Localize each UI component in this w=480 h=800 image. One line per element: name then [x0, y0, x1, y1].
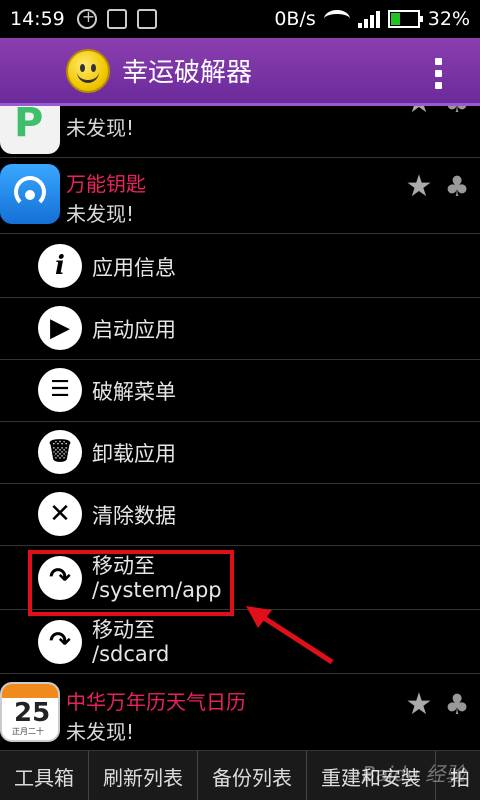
toolbox-button[interactable]: 工具箱 — [0, 751, 89, 800]
add-notification-icon — [76, 7, 97, 29]
menu-item-uninstall[interactable]: 🗑 卸载应用 — [0, 422, 480, 484]
calendar-sub: 正月二十 — [12, 727, 44, 736]
menu-item-clear-data[interactable]: ✕ 清除数据 — [0, 484, 480, 546]
menu-label: 应用信息 — [92, 256, 176, 280]
app-p-icon — [0, 106, 60, 154]
wifi-key-app-icon — [0, 164, 60, 224]
close-icon: ✕ — [38, 492, 82, 536]
backup-list-button[interactable]: 备份列表 — [198, 751, 307, 800]
watermark: Baidu 经验 — [362, 762, 466, 786]
app-status: 未发现! — [66, 116, 135, 140]
status-bar: 14:59 0B/s 32% — [0, 0, 480, 38]
wifi-icon — [323, 10, 350, 28]
menu-label: 移动至 — [92, 618, 155, 642]
list-item[interactable]: 万能钥匙 未发现! ★ ♣ — [0, 158, 480, 234]
list-item[interactable]: 25 正月二十 中华万年历天气日历 未发现! ★ ♣ — [0, 676, 480, 750]
list-item[interactable]: 未发现! ★ ♣ — [0, 106, 480, 158]
trash-icon: 🗑 — [38, 430, 82, 474]
menu-label: 清除数据 — [92, 504, 176, 528]
menu-item-app-info[interactable]: i 应用信息 — [0, 236, 480, 298]
clover-icon[interactable]: ♣ — [442, 172, 472, 202]
calendar-day: 25 — [14, 698, 51, 728]
menu-label: 启动应用 — [92, 318, 176, 342]
app-name: 万能钥匙 — [66, 172, 146, 196]
signal-icon — [357, 10, 380, 28]
overflow-menu-icon[interactable] — [435, 58, 442, 89]
clock: 14:59 — [10, 8, 65, 30]
annotation-arrow — [246, 606, 334, 665]
info-icon: i — [38, 244, 82, 288]
battery-percent: 32% — [427, 8, 470, 30]
monitor-notification-icon — [106, 9, 127, 29]
app-name: 中华万年历天气日历 — [66, 690, 246, 714]
app-status: 未发现! — [66, 202, 135, 226]
highlight-box — [28, 550, 234, 616]
star-icon[interactable]: ★ — [404, 172, 434, 202]
smiley-logo-icon — [66, 48, 110, 93]
star-icon[interactable]: ★ — [404, 106, 434, 118]
menu-item-launch-app[interactable]: ▶ 启动应用 — [0, 298, 480, 360]
app-bar: 幸运破解器 — [0, 38, 480, 106]
app-title: 幸运破解器 — [122, 58, 253, 88]
image-notification-icon — [136, 9, 157, 29]
menu-label: 卸载应用 — [92, 442, 176, 466]
clover-icon[interactable]: ♣ — [442, 106, 472, 118]
calendar-app-icon: 25 正月二十 — [0, 682, 60, 742]
menu-item-patch-menu[interactable]: ☰ 破解菜单 — [0, 360, 480, 422]
share-arrow-icon: ↷ — [38, 620, 82, 664]
battery-icon — [387, 10, 423, 28]
net-speed: 0B/s — [274, 8, 316, 30]
play-icon: ▶ — [38, 306, 82, 350]
refresh-list-button[interactable]: 刷新列表 — [89, 751, 198, 800]
menu-label: 破解菜单 — [92, 380, 176, 404]
menu-path: /sdcard — [92, 642, 170, 666]
list-icon: ☰ — [38, 368, 82, 412]
app-status: 未发现! — [66, 720, 135, 744]
clover-icon[interactable]: ♣ — [442, 690, 472, 720]
star-icon[interactable]: ★ — [404, 690, 434, 720]
